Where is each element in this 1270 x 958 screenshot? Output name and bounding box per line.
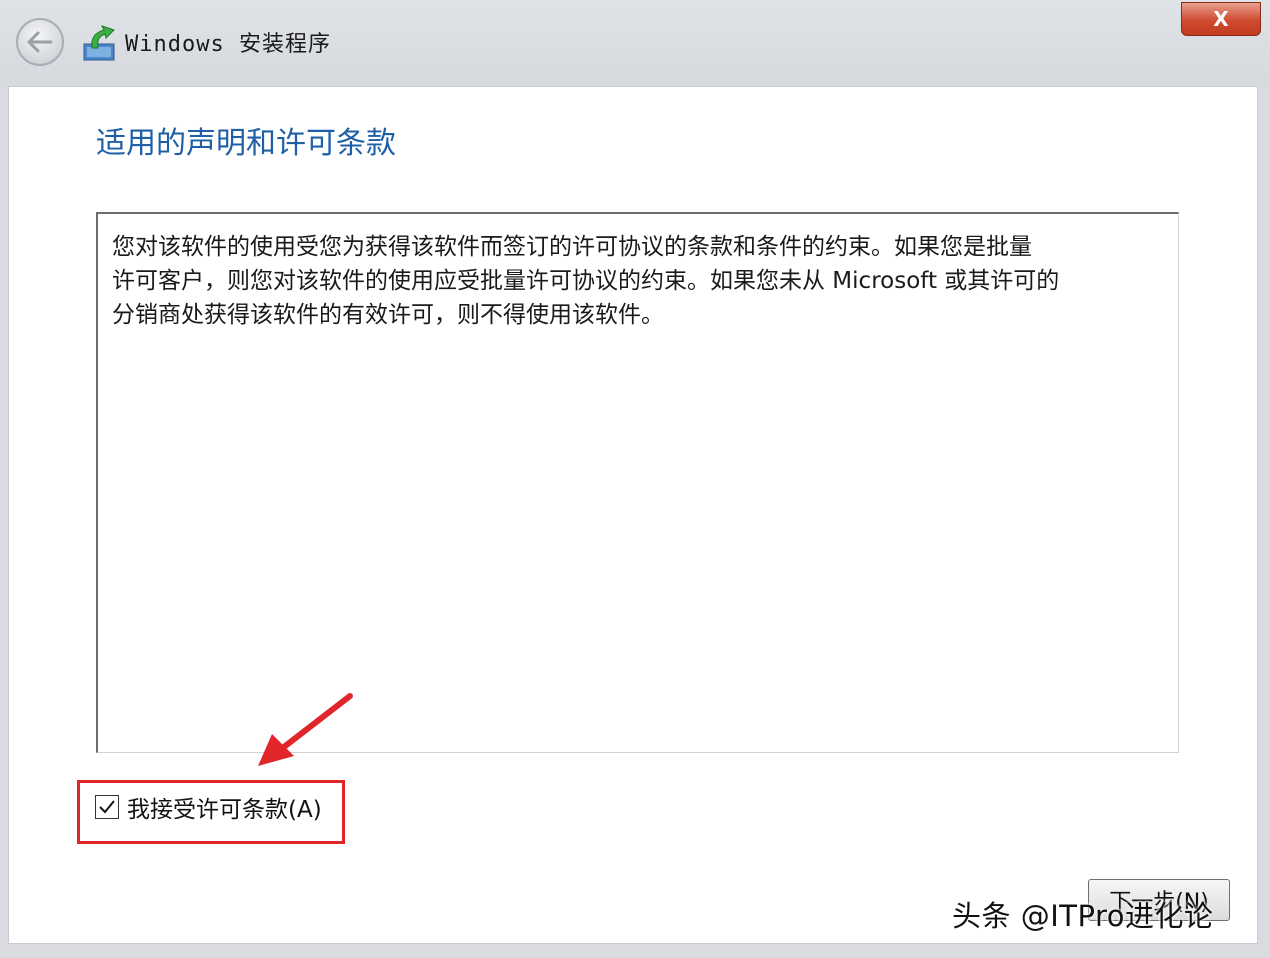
checkmark-icon xyxy=(99,800,115,814)
title-bar: Windows 安装程序 X xyxy=(0,0,1270,86)
setup-icon xyxy=(83,25,115,61)
page-title: 适用的声明和许可条款 xyxy=(96,126,396,161)
close-icon: X xyxy=(1213,7,1229,31)
license-text-box[interactable]: 您对该软件的使用受您为获得该软件而签订的许可协议的条款和条件的约束。如果您是批量… xyxy=(96,212,1179,753)
watermark: 头条 @ITPro进化论 xyxy=(952,899,1214,933)
back-button[interactable] xyxy=(16,18,64,66)
close-button[interactable]: X xyxy=(1181,2,1261,36)
accept-license-checkbox-row[interactable]: 我接受许可条款(A) xyxy=(95,792,322,823)
license-text: 您对该软件的使用受您为获得该软件而签订的许可协议的条款和条件的约束。如果您是批量… xyxy=(112,234,1060,328)
accept-license-label: 我接受许可条款(A) xyxy=(127,797,322,823)
accept-license-checkbox[interactable] xyxy=(95,795,119,819)
window-title: Windows 安装程序 xyxy=(125,32,331,57)
annotation-arrow-icon xyxy=(258,693,353,766)
back-arrow-icon xyxy=(27,31,53,53)
